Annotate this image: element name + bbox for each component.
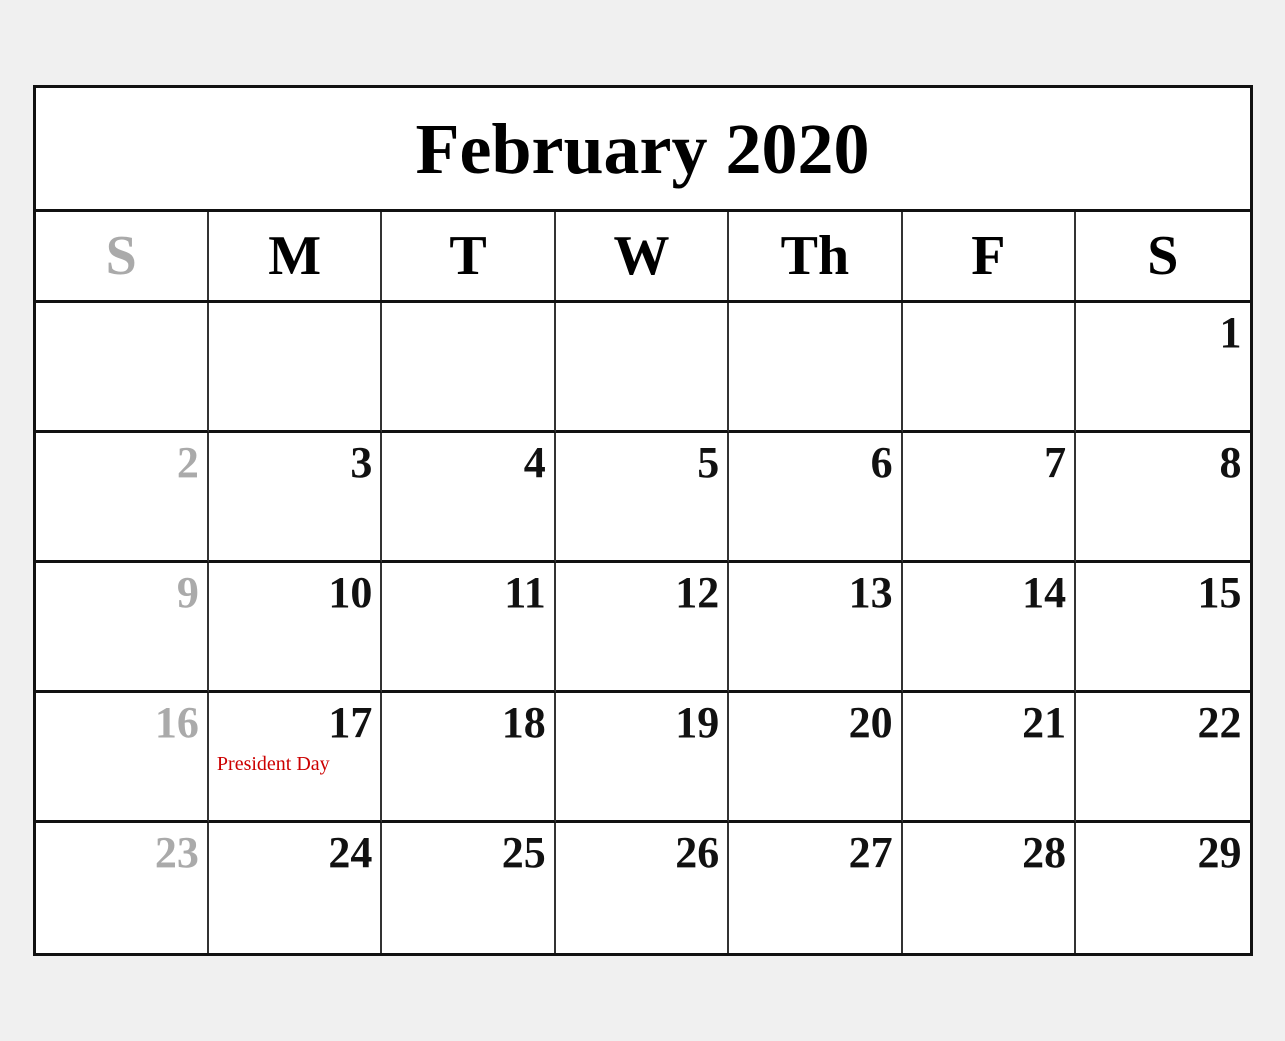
calendar-cell: 16 — [36, 693, 209, 823]
cell-day-number: 13 — [737, 569, 892, 617]
calendar-cell — [209, 303, 382, 433]
cell-day-number: 19 — [564, 699, 719, 747]
cell-day-number: 16 — [44, 699, 199, 747]
cell-day-number: 8 — [1084, 439, 1241, 487]
cell-day-number: 10 — [217, 569, 372, 617]
calendar-cell — [36, 303, 209, 433]
cell-day-number: 4 — [390, 439, 545, 487]
cell-day-number: 21 — [911, 699, 1066, 747]
calendar-cell: 19 — [556, 693, 729, 823]
cell-day-number: 6 — [737, 439, 892, 487]
calendar-cell: 24 — [209, 823, 382, 953]
day-header-fri: F — [903, 212, 1076, 300]
calendar-cell: 12 — [556, 563, 729, 693]
cell-day-number: 1 — [1084, 309, 1241, 357]
calendar-cell: 21 — [903, 693, 1076, 823]
day-header-sat: S — [1076, 212, 1249, 300]
cell-day-number: 2 — [44, 439, 199, 487]
day-header-wed: W — [556, 212, 729, 300]
calendar-cell: 28 — [903, 823, 1076, 953]
calendar-title: February 2020 — [36, 88, 1250, 212]
cell-day-number: 17 — [217, 699, 372, 747]
calendar-container: February 2020 SMTWThFS 12345678910111213… — [33, 85, 1253, 956]
day-header-tue: T — [382, 212, 555, 300]
cell-day-number: 27 — [737, 829, 892, 877]
calendar-cell: 26 — [556, 823, 729, 953]
calendar-cell: 9 — [36, 563, 209, 693]
calendar-cell: 1 — [1076, 303, 1249, 433]
calendar-cell: 25 — [382, 823, 555, 953]
cell-day-number: 18 — [390, 699, 545, 747]
cell-day-number: 26 — [564, 829, 719, 877]
cell-day-number: 20 — [737, 699, 892, 747]
cell-day-number: 23 — [44, 829, 199, 877]
cell-day-number: 25 — [390, 829, 545, 877]
cell-event-label: President Day — [217, 753, 372, 776]
calendar-cell: 8 — [1076, 433, 1249, 563]
calendar-cell: 23 — [36, 823, 209, 953]
calendar-cell: 2 — [36, 433, 209, 563]
calendar-cell: 5 — [556, 433, 729, 563]
calendar-cell: 29 — [1076, 823, 1249, 953]
day-header-thu: Th — [729, 212, 902, 300]
cell-day-number: 11 — [390, 569, 545, 617]
calendar-cell — [903, 303, 1076, 433]
calendar-cell: 20 — [729, 693, 902, 823]
cell-day-number: 28 — [911, 829, 1066, 877]
calendar-cell: 22 — [1076, 693, 1249, 823]
cell-day-number: 29 — [1084, 829, 1241, 877]
cell-day-number: 5 — [564, 439, 719, 487]
calendar-cell: 14 — [903, 563, 1076, 693]
calendar-cell: 7 — [903, 433, 1076, 563]
calendar-cell: 27 — [729, 823, 902, 953]
cell-day-number: 14 — [911, 569, 1066, 617]
calendar-cell: 17 President Day — [209, 693, 382, 823]
calendar-cell: 6 — [729, 433, 902, 563]
calendar-cell: 4 — [382, 433, 555, 563]
calendar-cell — [729, 303, 902, 433]
calendar-cell: 11 — [382, 563, 555, 693]
day-header-mon: M — [209, 212, 382, 300]
calendar-cell: 13 — [729, 563, 902, 693]
calendar-grid: 1234567891011121314151617President Day18… — [36, 303, 1250, 953]
calendar-cell: 18 — [382, 693, 555, 823]
calendar-cell: 10 — [209, 563, 382, 693]
cell-day-number: 7 — [911, 439, 1066, 487]
cell-day-number: 22 — [1084, 699, 1241, 747]
day-header-sun: S — [36, 212, 209, 300]
cell-day-number: 9 — [44, 569, 199, 617]
calendar-cell — [556, 303, 729, 433]
calendar-cell — [382, 303, 555, 433]
calendar-cell: 3 — [209, 433, 382, 563]
calendar-cell: 15 — [1076, 563, 1249, 693]
cell-day-number: 12 — [564, 569, 719, 617]
cell-day-number: 24 — [217, 829, 372, 877]
day-headers-row: SMTWThFS — [36, 212, 1250, 303]
cell-day-number: 3 — [217, 439, 372, 487]
cell-day-number: 15 — [1084, 569, 1241, 617]
